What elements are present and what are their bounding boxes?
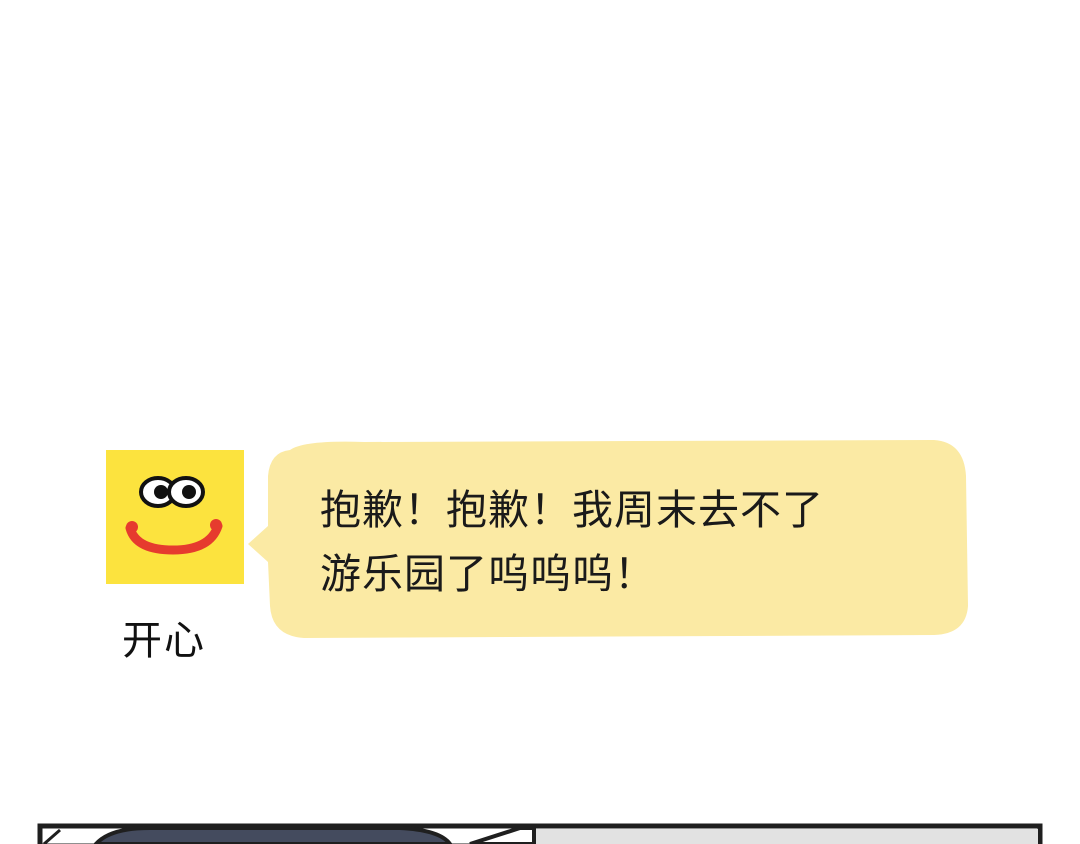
avatar <box>106 450 244 584</box>
message-text: 抱歉！抱歉！我周末去不了 游乐园了呜呜呜！ <box>320 478 950 606</box>
comic-panel: 开心 抱歉！抱歉！我周末去不了 游乐园了呜呜呜！ <box>0 0 1080 844</box>
next-panel-edge <box>0 820 1080 844</box>
message-line: 游乐园了呜呜呜！ <box>320 550 656 598</box>
message-line: 抱歉！抱歉！我周末去不了 <box>320 486 824 534</box>
smiley-face-icon <box>106 450 244 584</box>
sender-name: 开心 <box>122 618 206 664</box>
